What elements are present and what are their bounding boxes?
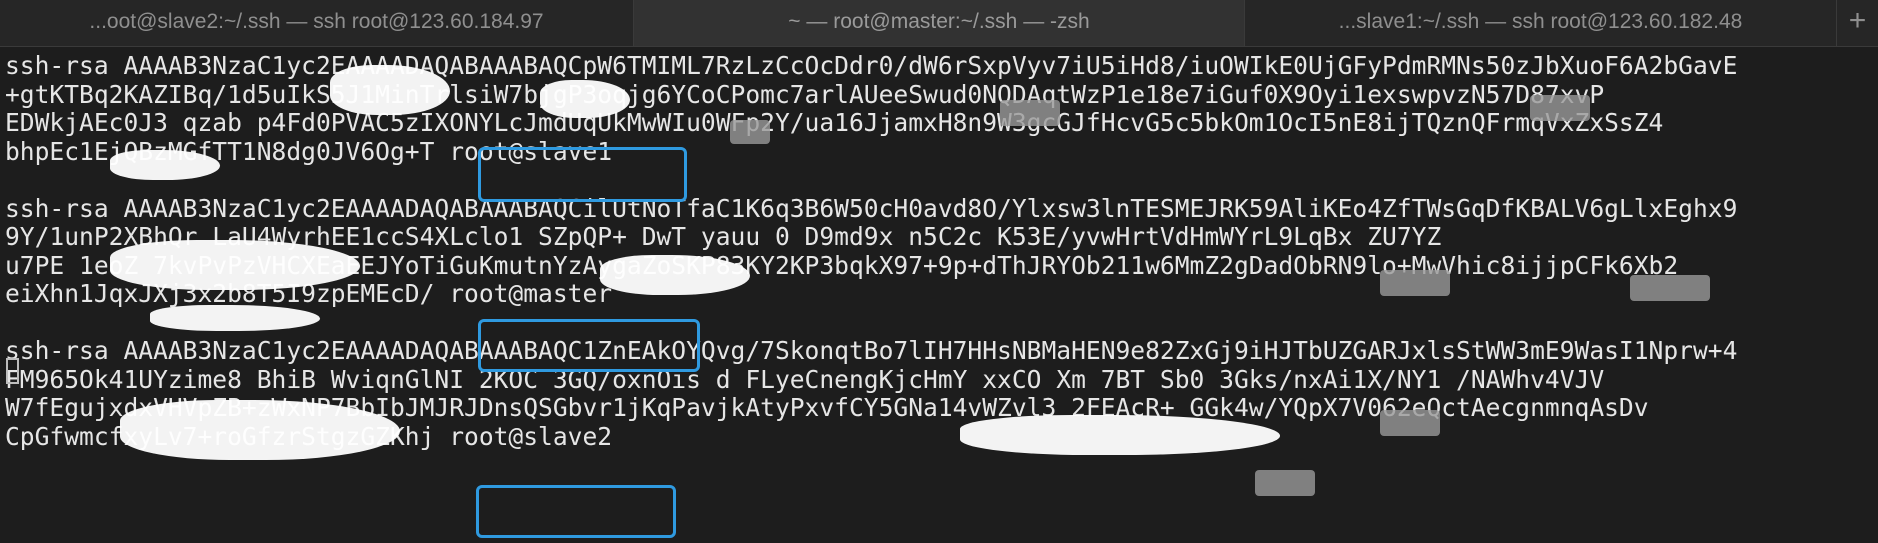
redaction-mark [1630, 275, 1710, 301]
terminal-line: ssh-rsa AAAAB3NzaC1yc2EAAAADAQABAAABAQCi… [5, 194, 1738, 223]
terminal-line: +gtKTBq2KAZIBq/1d5uIkS5J1MinTrlsiW7bjgP3… [5, 80, 1605, 109]
terminal-window: ...oot@slave2:~/.ssh — ssh root@123.60.1… [0, 0, 1878, 543]
terminal-line: ssh-rsa AAAAB3NzaC1yc2EAAAADAQABAAABAQC1… [5, 337, 1738, 365]
tab-master[interactable]: ~ — root@master:~/.ssh — -zsh [634, 0, 1245, 46]
redaction-mark [600, 255, 750, 295]
terminal-cursor [6, 358, 19, 384]
redaction-mark [110, 150, 220, 180]
redaction-mark [960, 415, 1280, 455]
redaction-mark [1380, 270, 1450, 296]
redaction-mark [1000, 100, 1060, 126]
tab-slave2[interactable]: ...oot@slave2:~/.ssh — ssh root@123.60.1… [0, 0, 634, 46]
terminal-line: bhpEc1EjQBzMGfTT1N8dg0JV6Og+T root@slave… [5, 137, 613, 166]
redaction-mark [540, 80, 630, 118]
new-tab-button[interactable]: + [1837, 0, 1878, 46]
redaction-mark [730, 120, 770, 144]
terminal-line: EDWkjAEc0J3 qzab p4Fd0PVAC5zIXONYLcJmdUq… [5, 109, 1664, 137]
highlight-root-master [478, 319, 700, 372]
redaction-mark [330, 65, 450, 115]
redaction-mark [1530, 95, 1590, 121]
terminal-line: FM965Ok41UYzime8 BhiB WviqnGlNI 2KOC 3GQ… [5, 365, 1605, 394]
highlight-root-slave1 [478, 147, 687, 202]
terminal-line: ssh-rsa AAAAB3NzaC1yc2EAAAADAQABAAABAQCp… [5, 52, 1738, 80]
redaction-mark [1255, 470, 1315, 496]
tab-slave1[interactable]: ...slave1:~/.ssh — ssh root@123.60.182.4… [1245, 0, 1837, 46]
highlight-root-slave2 [476, 485, 676, 538]
redaction-mark [150, 305, 320, 331]
tab-bar: ...oot@slave2:~/.ssh — ssh root@123.60.1… [0, 0, 1878, 47]
redaction-mark [110, 240, 360, 290]
redaction-mark [1380, 410, 1440, 436]
redaction-mark [120, 400, 400, 460]
